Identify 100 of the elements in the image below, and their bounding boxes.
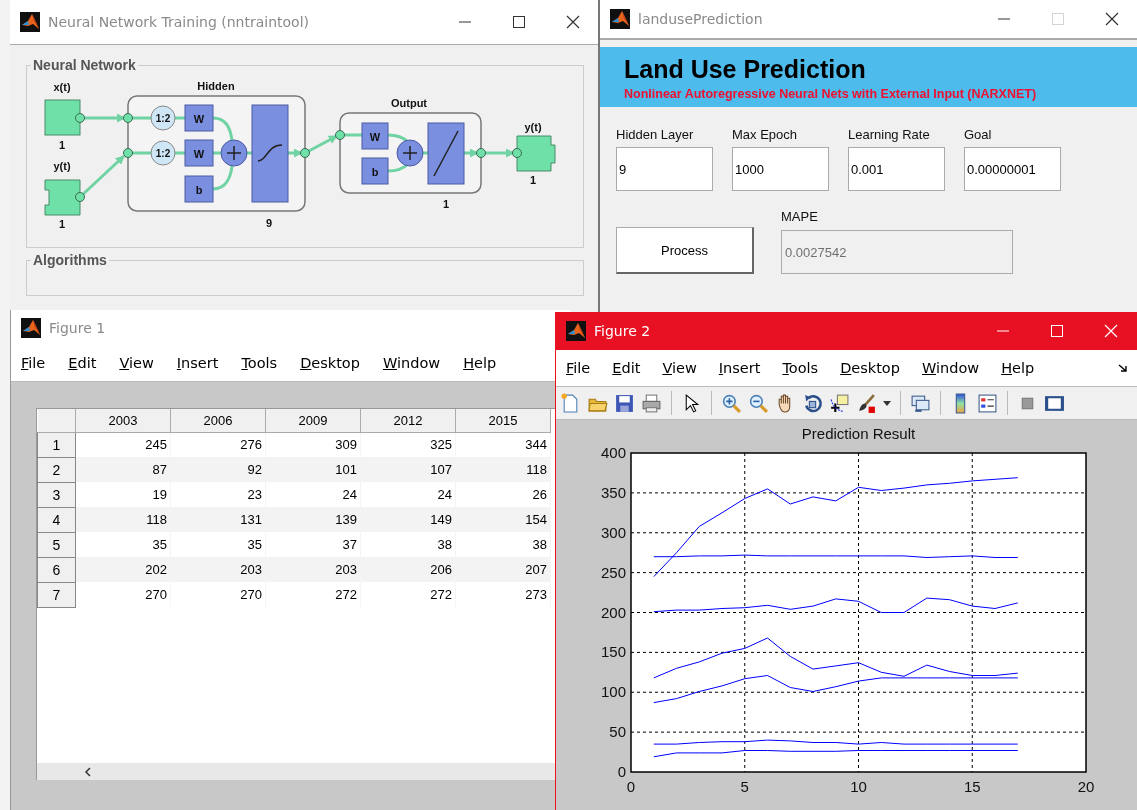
node-dot xyxy=(75,113,85,123)
table-cell: 131 xyxy=(170,507,266,532)
dock-arrow-icon[interactable] xyxy=(1118,363,1128,373)
table-cell: 149 xyxy=(360,507,456,532)
menu-item[interactable]: Edit xyxy=(68,355,97,371)
menu-item[interactable]: File xyxy=(21,355,46,371)
close-icon[interactable] xyxy=(566,15,580,29)
menu-item[interactable]: Desktop xyxy=(840,360,900,376)
caret-icon[interactable] xyxy=(883,399,891,407)
y-tick-label: 50 xyxy=(609,723,626,741)
row-header: 5 xyxy=(37,532,76,557)
table-cell: 107 xyxy=(360,457,456,482)
input-size: 1 xyxy=(58,218,66,230)
sum-icon xyxy=(396,139,424,167)
table-cell: 207 xyxy=(455,557,551,582)
bias-block xyxy=(361,157,389,185)
input-label: y(t) xyxy=(53,160,71,172)
input-field[interactable]: 9 xyxy=(616,147,713,191)
menu-item[interactable]: Insert xyxy=(718,360,761,376)
app-logo-icon xyxy=(610,9,630,29)
zoom-out-icon[interactable] xyxy=(748,392,769,414)
menu-item[interactable]: Desktop xyxy=(300,355,360,371)
app-subtitle: Nonlinear Autoregressive Neural Nets with External Input (NARXNET) xyxy=(624,87,1038,101)
table-cell: 206 xyxy=(360,557,456,582)
menu-item[interactable]: View xyxy=(662,360,697,376)
x-tick-label: 0 xyxy=(626,778,636,795)
row-header: 1 xyxy=(37,432,76,457)
scroll-left-icon[interactable] xyxy=(83,766,93,777)
delay-label: 1:2 xyxy=(155,148,171,159)
input-field[interactable]: 0.00000001 xyxy=(964,147,1061,191)
rotate-icon[interactable] xyxy=(802,392,823,414)
menu-item[interactable]: Window xyxy=(921,360,980,376)
output-size: 1 xyxy=(529,174,537,186)
field-label: Learning Rate xyxy=(848,127,931,142)
data-cursor-icon[interactable] xyxy=(829,392,850,414)
field-label: Goal xyxy=(964,127,993,142)
node-dot xyxy=(123,113,133,123)
weight-block xyxy=(184,104,214,132)
input-label: x(t) xyxy=(53,81,71,93)
table-cell: 92 xyxy=(170,457,266,482)
y-tick-label: 300 xyxy=(600,523,626,541)
app-heading: Land Use Prediction xyxy=(624,55,867,84)
layer-title: Output xyxy=(391,97,427,109)
close-icon[interactable] xyxy=(1105,12,1119,26)
window-title: Neural Network Training (nntraintool) xyxy=(48,14,309,30)
corner-cell xyxy=(37,409,76,432)
menu-item[interactable]: Help xyxy=(1001,360,1035,376)
y-tick-label: 200 xyxy=(600,603,626,621)
menu-item[interactable]: Tools xyxy=(782,360,819,376)
x-tick-label: 5 xyxy=(740,778,749,795)
menu-item[interactable]: Insert xyxy=(176,355,219,371)
menu-item[interactable]: View xyxy=(119,355,154,371)
print-icon[interactable] xyxy=(641,392,662,414)
sum-icon xyxy=(220,139,248,167)
delay-label: 1:2 xyxy=(155,113,171,124)
layer-size: 9 xyxy=(265,217,273,229)
field-label: Max Epoch xyxy=(732,127,799,142)
weight-block xyxy=(184,139,214,167)
weight-label: W xyxy=(193,148,205,160)
y-tick-label: 0 xyxy=(617,763,626,780)
group-title: Algorithms xyxy=(32,252,108,268)
connector-line xyxy=(212,165,234,191)
output-block xyxy=(516,135,556,172)
legend-icon[interactable] xyxy=(977,392,998,414)
group-title: Neural Network xyxy=(32,57,137,73)
column-header: 2006 xyxy=(170,409,266,432)
node-dot xyxy=(476,148,486,158)
row-header: 2 xyxy=(37,457,76,482)
menu-item[interactable]: File xyxy=(566,360,591,376)
column-header: 2003 xyxy=(75,409,171,432)
input-field[interactable]: 1000 xyxy=(732,147,829,191)
menu-item[interactable]: Window xyxy=(382,355,441,371)
table-cell: 101 xyxy=(265,457,361,482)
feedback-input-block xyxy=(44,179,81,216)
table-cell: 272 xyxy=(360,582,456,607)
table-cell: 202 xyxy=(75,557,171,582)
save-icon[interactable] xyxy=(614,392,635,414)
layer-size: 1 xyxy=(442,198,450,210)
table-cell: 118 xyxy=(75,507,171,532)
node-dot xyxy=(512,148,522,158)
bias-label: b xyxy=(371,166,379,178)
node-dot xyxy=(123,148,133,158)
brush-icon[interactable] xyxy=(856,392,877,414)
horizontal-scrollbar[interactable] xyxy=(37,763,555,780)
linear-block xyxy=(427,122,465,185)
output-label: y(t) xyxy=(524,121,542,133)
menu-item[interactable]: Edit xyxy=(612,360,641,376)
maximize-icon[interactable] xyxy=(512,15,526,29)
menu-item[interactable]: Tools xyxy=(241,355,278,371)
input-field[interactable]: 0.001 xyxy=(848,147,945,191)
column-header: 2015 xyxy=(455,409,551,432)
bias-block xyxy=(184,175,214,203)
zoom-in-icon[interactable] xyxy=(721,392,742,414)
table-cell: 203 xyxy=(265,557,361,582)
process-button[interactable]: Process xyxy=(616,227,754,274)
chart-title: Prediction Result xyxy=(801,425,916,442)
menu-item[interactable]: Help xyxy=(463,355,497,371)
row-header: 6 xyxy=(37,557,76,582)
node-dot xyxy=(335,130,345,140)
app-logo-icon xyxy=(20,12,40,32)
